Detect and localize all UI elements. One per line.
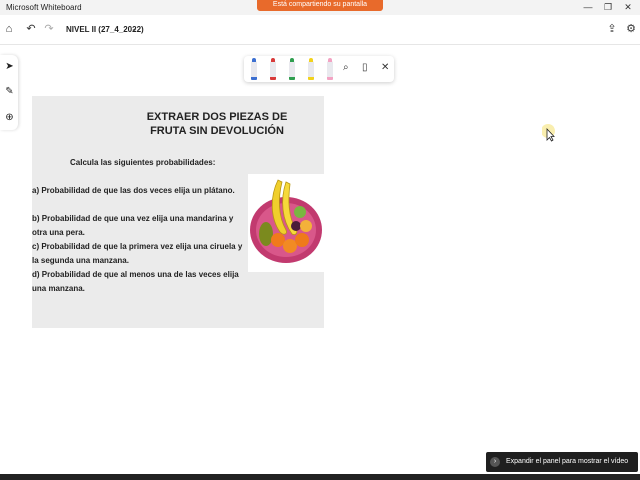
close-icon[interactable]: ✕: [381, 60, 389, 76]
highlighter-pink[interactable]: [327, 58, 333, 80]
chevron-down-icon[interactable]: ⌄: [131, 24, 138, 33]
card-subtitle: Calcula las siguientes probabilidades:: [70, 158, 216, 167]
pen-icon[interactable]: ✎: [3, 85, 16, 99]
restore-button[interactable]: ❐: [598, 0, 618, 14]
top-toolbar: ⌂ ↶ ↷ NIVEL II (27_4_2022) ⌄ ⇪ ⚙: [0, 15, 640, 45]
pen-red[interactable]: [270, 58, 276, 80]
undo-icon[interactable]: ↶: [24, 22, 38, 36]
exercise-card[interactable]: EXTRAER DOS PIEZAS DE FRUTA SIN DEVOLUCI…: [32, 96, 324, 328]
app-title: Microsoft Whiteboard: [6, 3, 82, 12]
chevron-right-icon: ›: [490, 457, 500, 467]
ruler-icon[interactable]: ▯: [362, 60, 368, 76]
share-icon[interactable]: ⇪: [605, 22, 619, 36]
question-a: a) Probabilidad de que las dos veces eli…: [32, 186, 235, 195]
fruit-bowl-image: [248, 174, 324, 272]
taskbar: [0, 474, 640, 480]
redo-icon[interactable]: ↷: [42, 22, 56, 36]
card-title: EXTRAER DOS PIEZAS DE FRUTA SIN DEVOLUCI…: [146, 111, 288, 137]
minimize-button[interactable]: —: [578, 0, 598, 14]
expand-video-panel[interactable]: › Expandir el panel para mostrar el víde…: [486, 452, 638, 472]
lasso-icon[interactable]: ⌕: [343, 60, 349, 76]
screen-share-banner[interactable]: Está compartiendo su pantalla: [257, 0, 383, 11]
select-pointer-icon[interactable]: ➤: [3, 60, 16, 74]
home-icon[interactable]: ⌂: [2, 22, 16, 36]
pen-blue[interactable]: [251, 58, 257, 80]
expand-video-text: Expandir el panel para mostrar el vídeo: [506, 458, 629, 465]
pen-green[interactable]: [289, 58, 295, 80]
question-d: d) Probabilidad de que al menos una de l…: [32, 270, 239, 293]
settings-icon[interactable]: ⚙: [624, 22, 638, 36]
add-icon[interactable]: ⊕: [3, 111, 16, 125]
question-c: c) Probabilidad de que la primera vez el…: [32, 242, 243, 265]
left-tool-rail: ➤ ✎ ⊕: [0, 55, 18, 130]
close-window-button[interactable]: ✕: [618, 0, 638, 14]
mouse-cursor: [541, 120, 556, 142]
ink-toolbar: ⌕ ▯ ✕: [244, 56, 394, 82]
highlighter-yellow[interactable]: [308, 58, 314, 80]
question-b: b) Probabilidad de que una vez elija una…: [32, 214, 234, 237]
